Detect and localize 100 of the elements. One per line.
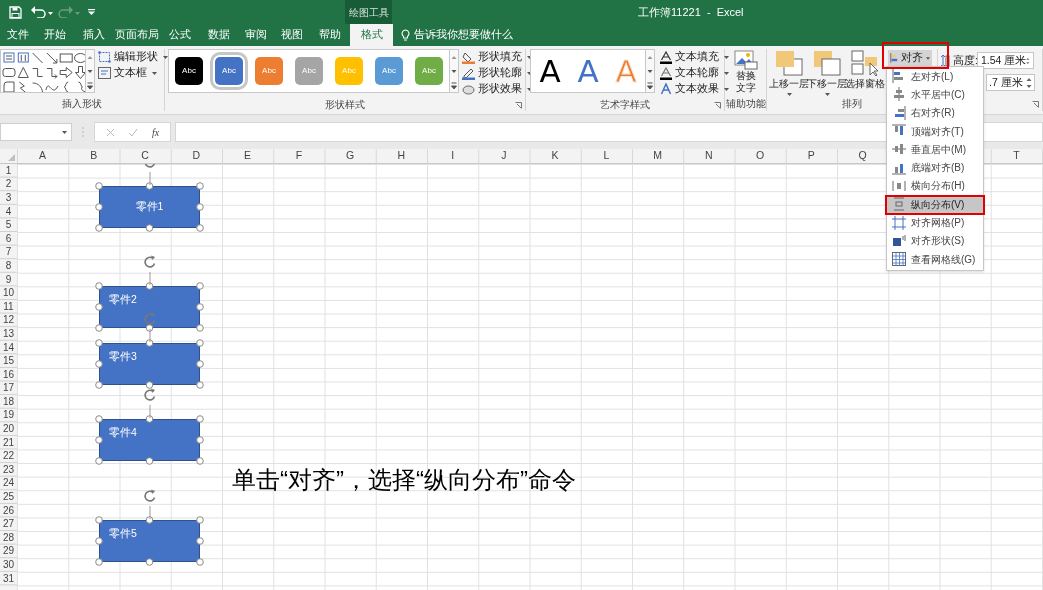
text-effects-button[interactable]: 文本效果 <box>660 81 729 97</box>
row-header[interactable]: 11 <box>3 301 14 312</box>
height-field[interactable]: 1.54 厘米 <box>977 52 1034 69</box>
menu-item[interactable]: 左对齐(L) <box>887 67 983 86</box>
flowchart-shape[interactable]: 零件4 <box>99 419 200 461</box>
column-header[interactable]: L <box>603 148 610 164</box>
row-header[interactable]: 4 <box>5 206 12 217</box>
row-header[interactable]: 15 <box>2 356 15 367</box>
column-header[interactable]: M <box>653 148 662 164</box>
column-header[interactable]: Q <box>858 148 867 164</box>
ribbon-tab[interactable]: 帮助 <box>310 24 350 46</box>
flowchart-shape[interactable]: 零件5 <box>99 520 200 562</box>
shape-effects-button[interactable]: 形状效果 <box>462 81 532 97</box>
row-header[interactable]: 7 <box>5 247 12 258</box>
row-header[interactable]: 27 <box>2 519 15 530</box>
row-header[interactable]: 30 <box>2 560 15 570</box>
row-header[interactable]: 9 <box>5 274 12 285</box>
row-header[interactable]: 8 <box>5 260 12 271</box>
width-field[interactable]: .7 厘米 <box>986 74 1035 91</box>
column-header[interactable]: B <box>90 148 98 164</box>
tell-me-search[interactable]: 告诉我你想要做什么 <box>414 27 513 43</box>
rotation-handle-icon[interactable] <box>143 311 157 342</box>
row-header[interactable]: 20 <box>2 424 15 435</box>
ribbon-tab[interactable]: 审阅 <box>237 24 274 46</box>
row-header[interactable]: 29 <box>2 546 15 557</box>
menu-item[interactable]: 底端对齐(B) <box>887 158 983 177</box>
row-header[interactable]: 10 <box>2 288 15 299</box>
menu-item[interactable]: 对齐网格(P) <box>887 213 983 232</box>
text-fill-button[interactable]: 文本填充 <box>660 49 729 65</box>
column-header[interactable]: T <box>1013 148 1020 164</box>
row-header[interactable]: 17 <box>2 383 15 394</box>
column-header[interactable]: H <box>397 148 406 164</box>
row-header[interactable]: 24 <box>2 478 15 489</box>
rotation-handle-icon[interactable] <box>143 387 157 418</box>
column-header[interactable]: J <box>501 148 507 164</box>
row-header[interactable]: 31 <box>2 573 15 584</box>
row-header[interactable]: 23 <box>2 464 15 475</box>
dialog-launcher-icon[interactable] <box>714 102 721 109</box>
ribbon-tab[interactable]: 格式 <box>350 24 393 46</box>
menu-item[interactable]: 顶端对齐(T) <box>887 121 983 141</box>
row-header[interactable]: 3 <box>5 193 12 203</box>
column-header[interactable]: N <box>705 148 713 164</box>
ribbon-tab[interactable]: 页面布局 <box>113 24 160 46</box>
flowchart-shape[interactable]: 零件1 <box>99 186 200 228</box>
rotation-handle-icon[interactable] <box>143 488 157 519</box>
column-header[interactable]: O <box>756 148 765 164</box>
ribbon-tab[interactable]: 公式 <box>160 24 200 46</box>
column-header[interactable]: K <box>551 148 559 164</box>
row-header[interactable]: 19 <box>2 410 15 421</box>
dialog-launcher-icon[interactable] <box>515 102 522 109</box>
text-box-button[interactable]: 文本框 <box>98 65 168 81</box>
row-header[interactable]: 18 <box>2 396 15 407</box>
ribbon-tab[interactable]: 视图 <box>274 24 310 46</box>
menu-item[interactable]: 横向分布(H) <box>887 176 983 196</box>
rotation-handle-icon[interactable] <box>143 254 157 285</box>
ribbon-tab[interactable]: 文件 <box>0 24 35 46</box>
wordart-sample[interactable]: A <box>539 55 561 87</box>
row-header[interactable]: 25 <box>2 492 15 503</box>
flowchart-shape[interactable]: 零件2 <box>99 286 200 328</box>
row-header[interactable]: 6 <box>5 233 12 244</box>
row-header[interactable]: 13 <box>2 328 15 339</box>
column-header[interactable]: I <box>451 148 455 164</box>
edit-shape-button[interactable]: 编辑形状 <box>98 49 168 65</box>
undo-icon[interactable] <box>31 6 53 18</box>
row-header[interactable]: 12 <box>2 315 15 326</box>
menu-item[interactable]: 水平居中(C) <box>887 85 983 104</box>
column-header[interactable]: F <box>295 148 303 164</box>
row-header[interactable]: 14 <box>2 342 15 353</box>
formula-input[interactable] <box>175 122 1043 142</box>
menu-item[interactable]: 右对齐(R) <box>887 103 983 122</box>
row-header[interactable]: 16 <box>2 369 15 380</box>
customize-icon[interactable] <box>88 9 95 15</box>
menu-item[interactable]: 垂直居中(M) <box>887 140 983 159</box>
style-swatch[interactable]: Abc <box>175 57 203 85</box>
ribbon-tab[interactable]: 开始 <box>35 24 74 46</box>
menu-item[interactable]: 查看网格线(G) <box>887 249 983 269</box>
row-header[interactable]: 28 <box>2 532 15 543</box>
flowchart-shape[interactable]: 零件3 <box>99 343 200 385</box>
ribbon-tab[interactable]: 插入 <box>74 24 113 46</box>
column-header[interactable]: E <box>244 148 252 164</box>
text-outline-button[interactable]: 文本轮廓 <box>660 65 729 81</box>
row-header[interactable]: 22 <box>2 451 15 462</box>
column-header[interactable]: G <box>346 148 355 164</box>
dialog-launcher-icon[interactable] <box>1032 101 1039 108</box>
column-header[interactable]: D <box>192 148 201 164</box>
row-header[interactable]: 26 <box>2 505 15 516</box>
insert-function-button[interactable]: fx <box>152 124 160 140</box>
column-header[interactable]: A <box>39 148 47 164</box>
ribbon-tab[interactable]: 数据 <box>200 24 237 46</box>
shape-gallery-drawing[interactable] <box>1 50 85 92</box>
align-button[interactable]: 对齐 <box>888 50 932 66</box>
column-header[interactable]: C <box>141 148 149 164</box>
menu-item[interactable]: 对齐形状(S) <box>887 231 983 250</box>
row-header[interactable]: 5 <box>5 220 12 231</box>
row-header[interactable]: 1 <box>5 165 12 176</box>
column-header[interactable]: P <box>807 148 815 164</box>
wordart-sample[interactable]: A <box>577 55 599 87</box>
save-icon[interactable] <box>9 5 22 19</box>
row-header[interactable]: 2 <box>5 179 12 190</box>
row-header[interactable]: 21 <box>2 437 15 448</box>
